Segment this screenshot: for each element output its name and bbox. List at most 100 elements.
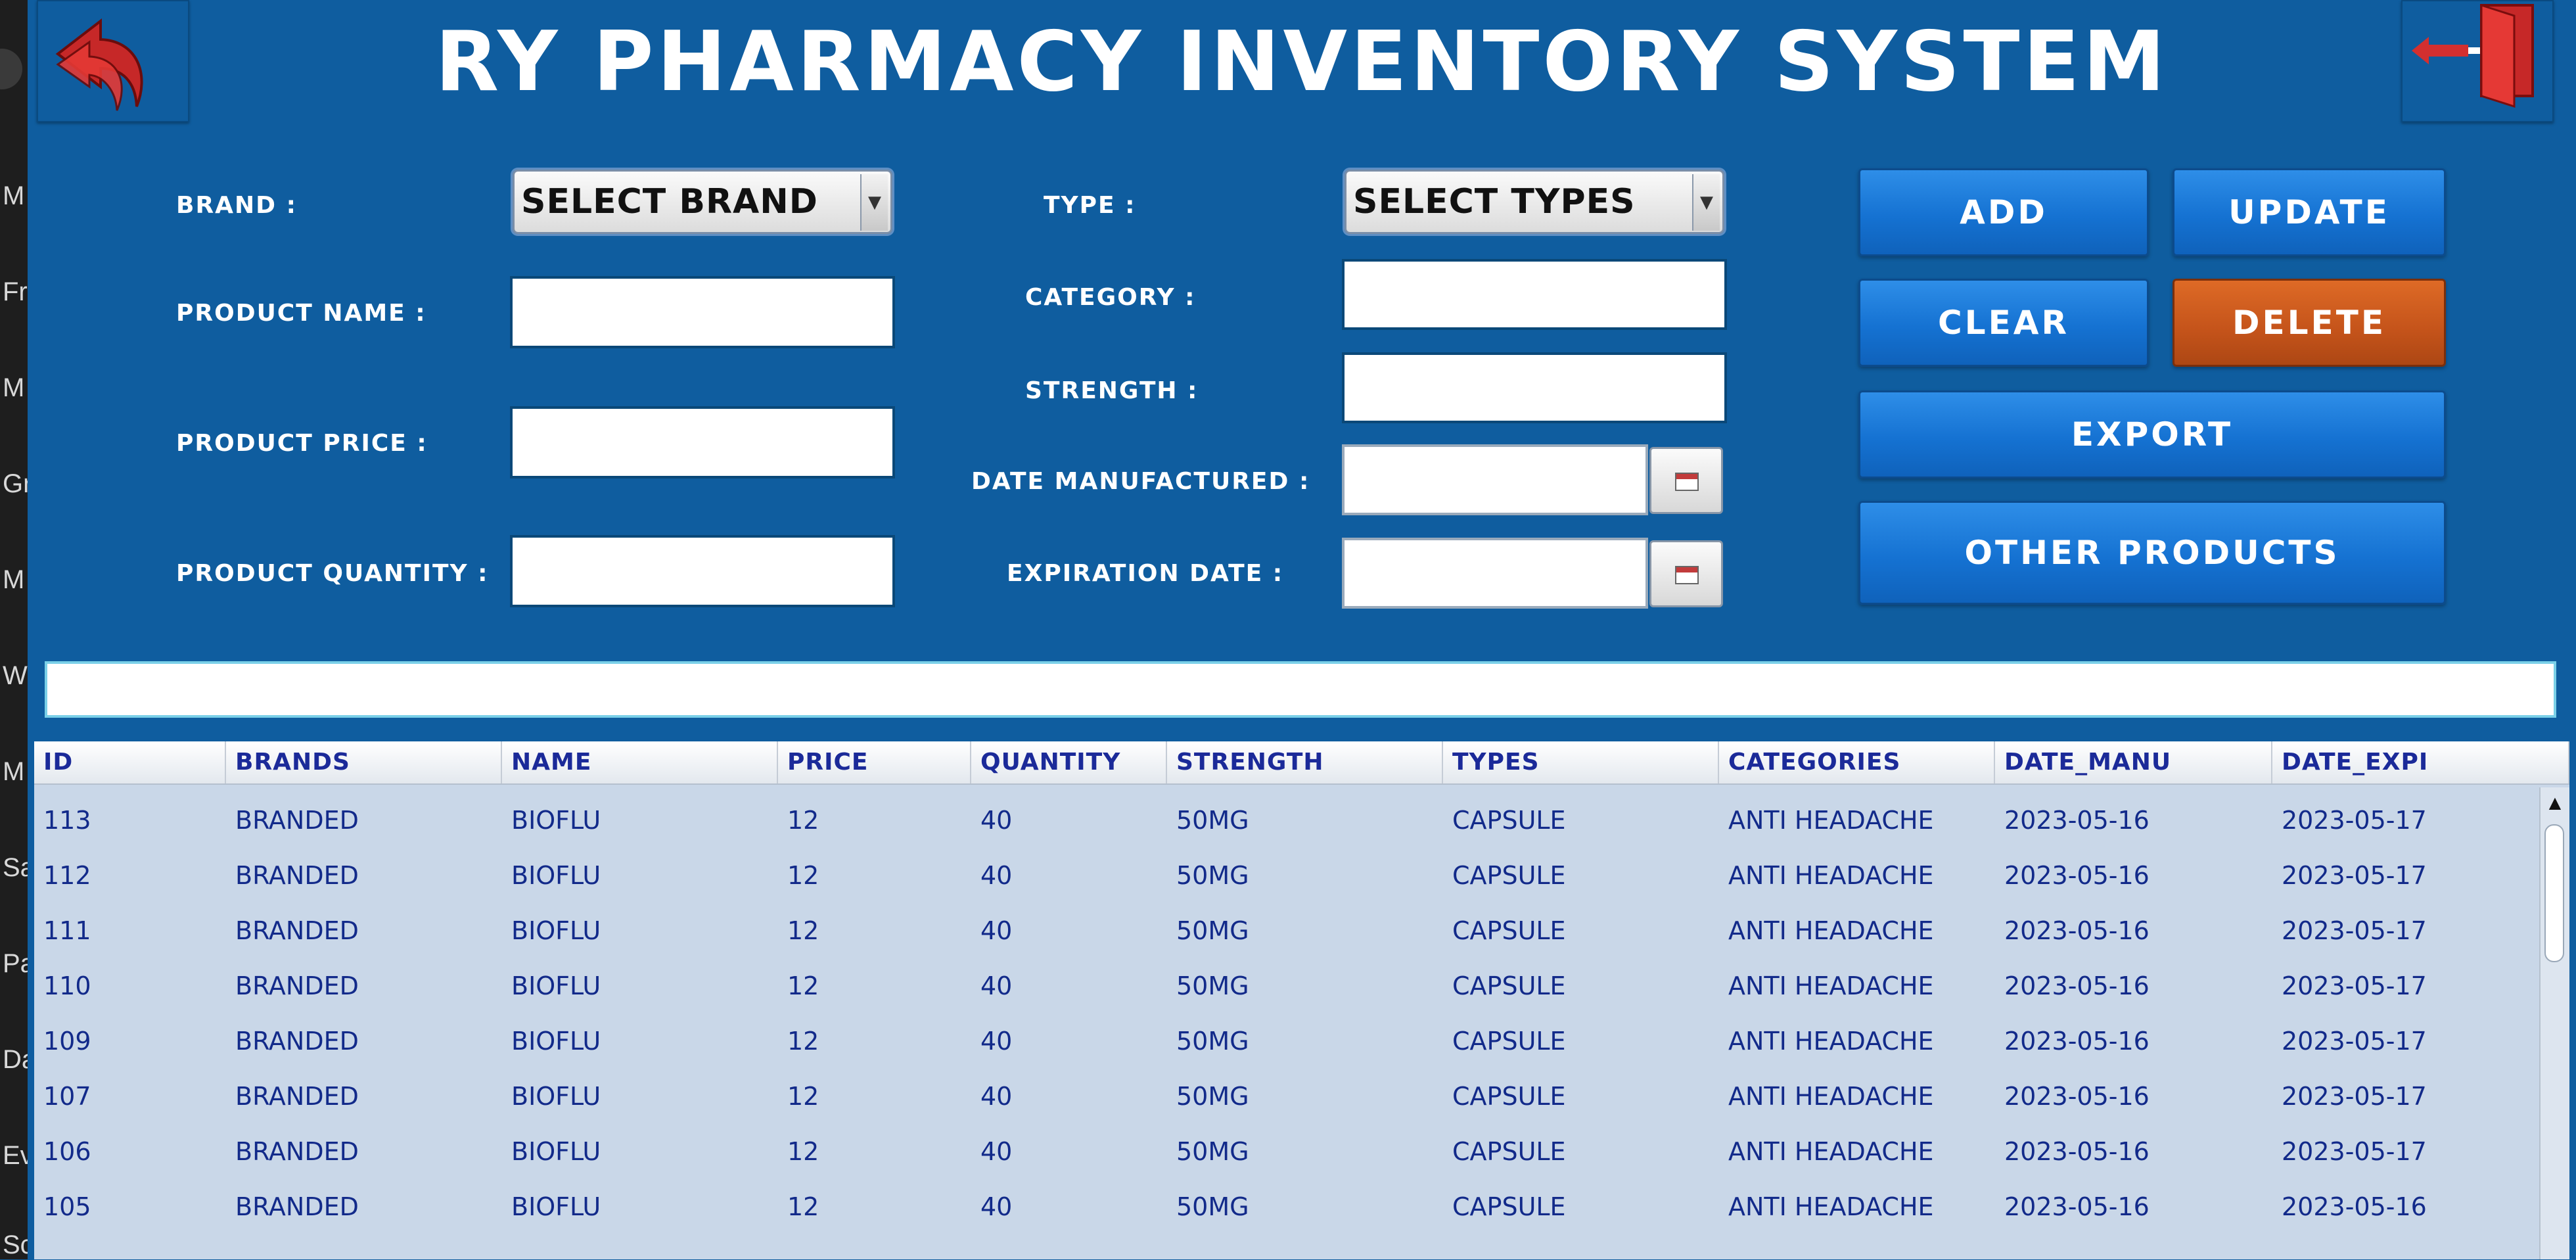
cell-type: CAPSULE <box>1452 861 1566 890</box>
chevron-down-icon[interactable]: ▼ <box>860 174 888 231</box>
cell-price: 12 <box>787 861 819 890</box>
product-name-input[interactable] <box>510 276 895 348</box>
add-button[interactable]: ADD <box>1858 168 2149 256</box>
product-price-label: PRODUCT PRICE : <box>176 430 428 457</box>
delete-button[interactable]: DELETE <box>2173 279 2446 367</box>
cell-type: CAPSULE <box>1452 1192 1566 1221</box>
cell-brand: BRANDED <box>235 971 359 1000</box>
product-quantity-label: PRODUCT QUANTITY : <box>176 560 489 587</box>
update-button[interactable]: UPDATE <box>2173 168 2446 256</box>
category-input[interactable] <box>1342 259 1727 330</box>
cell-name: BIOFLU <box>511 1137 601 1166</box>
cell-quantity: 40 <box>980 1027 1013 1056</box>
date-manufactured-calendar-button[interactable] <box>1649 447 1723 514</box>
cell-name: BIOFLU <box>511 1192 601 1221</box>
cell-id: 106 <box>43 1137 91 1166</box>
cell-quantity: 40 <box>980 806 1013 835</box>
cell-category: ANTI HEADACHE <box>1728 971 1934 1000</box>
background-label: W <box>3 661 28 690</box>
type-label: TYPE : <box>1044 192 1136 219</box>
cell-brand: BRANDED <box>235 806 359 835</box>
cell-date-manu: 2023-05-16 <box>2004 806 2150 835</box>
date-manufactured-input[interactable] <box>1342 444 1648 515</box>
cell-brand: BRANDED <box>235 916 359 945</box>
background-label: M <box>3 373 25 402</box>
calendar-icon <box>1675 566 1699 584</box>
inventory-table[interactable]: ID BRANDS NAME PRICE QUANTITY STRENGTH T… <box>34 741 2569 1259</box>
cell-type: CAPSULE <box>1452 1137 1566 1166</box>
column-header-quantity[interactable]: QUANTITY <box>971 741 1167 783</box>
cell-strength: 50MG <box>1176 861 1249 890</box>
cell-brand: BRANDED <box>235 1137 359 1166</box>
table-row[interactable]: 107 BRANDED BIOFLU 12 40 50MG CAPSULE AN… <box>34 1069 2538 1124</box>
cell-type: CAPSULE <box>1452 1082 1566 1111</box>
column-header-date-manu[interactable]: DATE_MANU <box>1995 741 2272 783</box>
product-price-input[interactable] <box>510 406 895 478</box>
column-header-id[interactable]: ID <box>34 741 226 783</box>
cell-brand: BRANDED <box>235 861 359 890</box>
table-row[interactable]: 106 BRANDED BIOFLU 12 40 50MG CAPSULE AN… <box>34 1124 2538 1179</box>
column-header-categories[interactable]: CATEGORIES <box>1719 741 1995 783</box>
cell-id: 112 <box>43 861 91 890</box>
type-select[interactable]: SELECT TYPES ▼ <box>1345 170 1724 234</box>
page-title: RY PHARMACY INVENTORY SYSTEM <box>435 13 2169 110</box>
export-button[interactable]: EXPORT <box>1858 390 2446 478</box>
cell-date-manu: 2023-05-16 <box>2004 916 2150 945</box>
cell-quantity: 40 <box>980 861 1013 890</box>
clear-button[interactable]: CLEAR <box>1858 279 2149 367</box>
cell-id: 110 <box>43 971 91 1000</box>
cell-quantity: 40 <box>980 1082 1013 1111</box>
cell-date-expi: 2023-05-17 <box>2282 1027 2427 1056</box>
cell-name: BIOFLU <box>511 861 601 890</box>
scroll-up-arrow-icon[interactable]: ▲ <box>2541 787 2569 818</box>
table-row[interactable]: 105 BRANDED BIOFLU 12 40 50MG CAPSULE AN… <box>34 1179 2538 1234</box>
brand-select[interactable]: SELECT BRAND ▼ <box>513 170 892 234</box>
cell-strength: 50MG <box>1176 916 1249 945</box>
table-row[interactable]: 112 BRANDED BIOFLU 12 40 50MG CAPSULE AN… <box>34 848 2538 903</box>
other-products-button[interactable]: OTHER PRODUCTS <box>1858 501 2446 605</box>
exit-button[interactable] <box>2401 0 2554 122</box>
table-row[interactable]: 109 BRANDED BIOFLU 12 40 50MG CAPSULE AN… <box>34 1014 2538 1069</box>
strength-label: STRENGTH : <box>1025 377 1199 404</box>
search-input[interactable] <box>45 661 2556 718</box>
column-header-price[interactable]: PRICE <box>778 741 971 783</box>
cell-strength: 50MG <box>1176 1027 1249 1056</box>
cell-category: ANTI HEADACHE <box>1728 1082 1934 1111</box>
cell-date-manu: 2023-05-16 <box>2004 1192 2150 1221</box>
column-header-types[interactable]: TYPES <box>1443 741 1719 783</box>
scrollbar-thumb[interactable] <box>2544 824 2564 962</box>
column-header-brands[interactable]: BRANDS <box>226 741 502 783</box>
table-row[interactable]: 111 BRANDED BIOFLU 12 40 50MG CAPSULE AN… <box>34 903 2538 958</box>
background-window-strip: M Fr M Gr M W M Sa Pa Da Ev Sc <box>0 0 36 1259</box>
table-row[interactable]: 110 BRANDED BIOFLU 12 40 50MG CAPSULE AN… <box>34 958 2538 1014</box>
cell-price: 12 <box>787 971 819 1000</box>
cell-category: ANTI HEADACHE <box>1728 1027 1934 1056</box>
cell-id: 109 <box>43 1027 91 1056</box>
strength-input[interactable] <box>1342 352 1727 423</box>
brand-label: BRAND : <box>176 192 297 219</box>
cell-date-expi: 2023-05-17 <box>2282 861 2427 890</box>
table-scrollbar[interactable]: ▲ <box>2539 787 2569 1259</box>
brand-select-value: SELECT BRAND <box>521 182 818 222</box>
product-quantity-input[interactable] <box>510 535 895 607</box>
cell-category: ANTI HEADACHE <box>1728 1192 1934 1221</box>
cell-date-manu: 2023-05-16 <box>2004 1027 2150 1056</box>
cell-date-expi: 2023-05-17 <box>2282 1082 2427 1111</box>
table-row[interactable]: 113 BRANDED BIOFLU 12 40 50MG CAPSULE AN… <box>34 793 2538 848</box>
background-label: M <box>3 181 25 210</box>
expiration-date-input[interactable] <box>1342 538 1648 609</box>
chevron-down-icon[interactable]: ▼ <box>1692 174 1720 231</box>
column-header-name[interactable]: NAME <box>502 741 778 783</box>
cell-type: CAPSULE <box>1452 971 1566 1000</box>
cell-strength: 50MG <box>1176 806 1249 835</box>
cell-price: 12 <box>787 806 819 835</box>
cell-date-manu: 2023-05-16 <box>2004 1082 2150 1111</box>
expiration-date-label: EXPIRATION DATE : <box>1007 560 1284 587</box>
cell-price: 12 <box>787 1027 819 1056</box>
column-header-strength[interactable]: STRENGTH <box>1167 741 1443 783</box>
expiration-date-calendar-button[interactable] <box>1649 540 1723 607</box>
cell-date-manu: 2023-05-16 <box>2004 861 2150 890</box>
cell-price: 12 <box>787 1137 819 1166</box>
column-header-date-expi[interactable]: DATE_EXPI <box>2272 741 2569 783</box>
cell-type: CAPSULE <box>1452 1027 1566 1056</box>
